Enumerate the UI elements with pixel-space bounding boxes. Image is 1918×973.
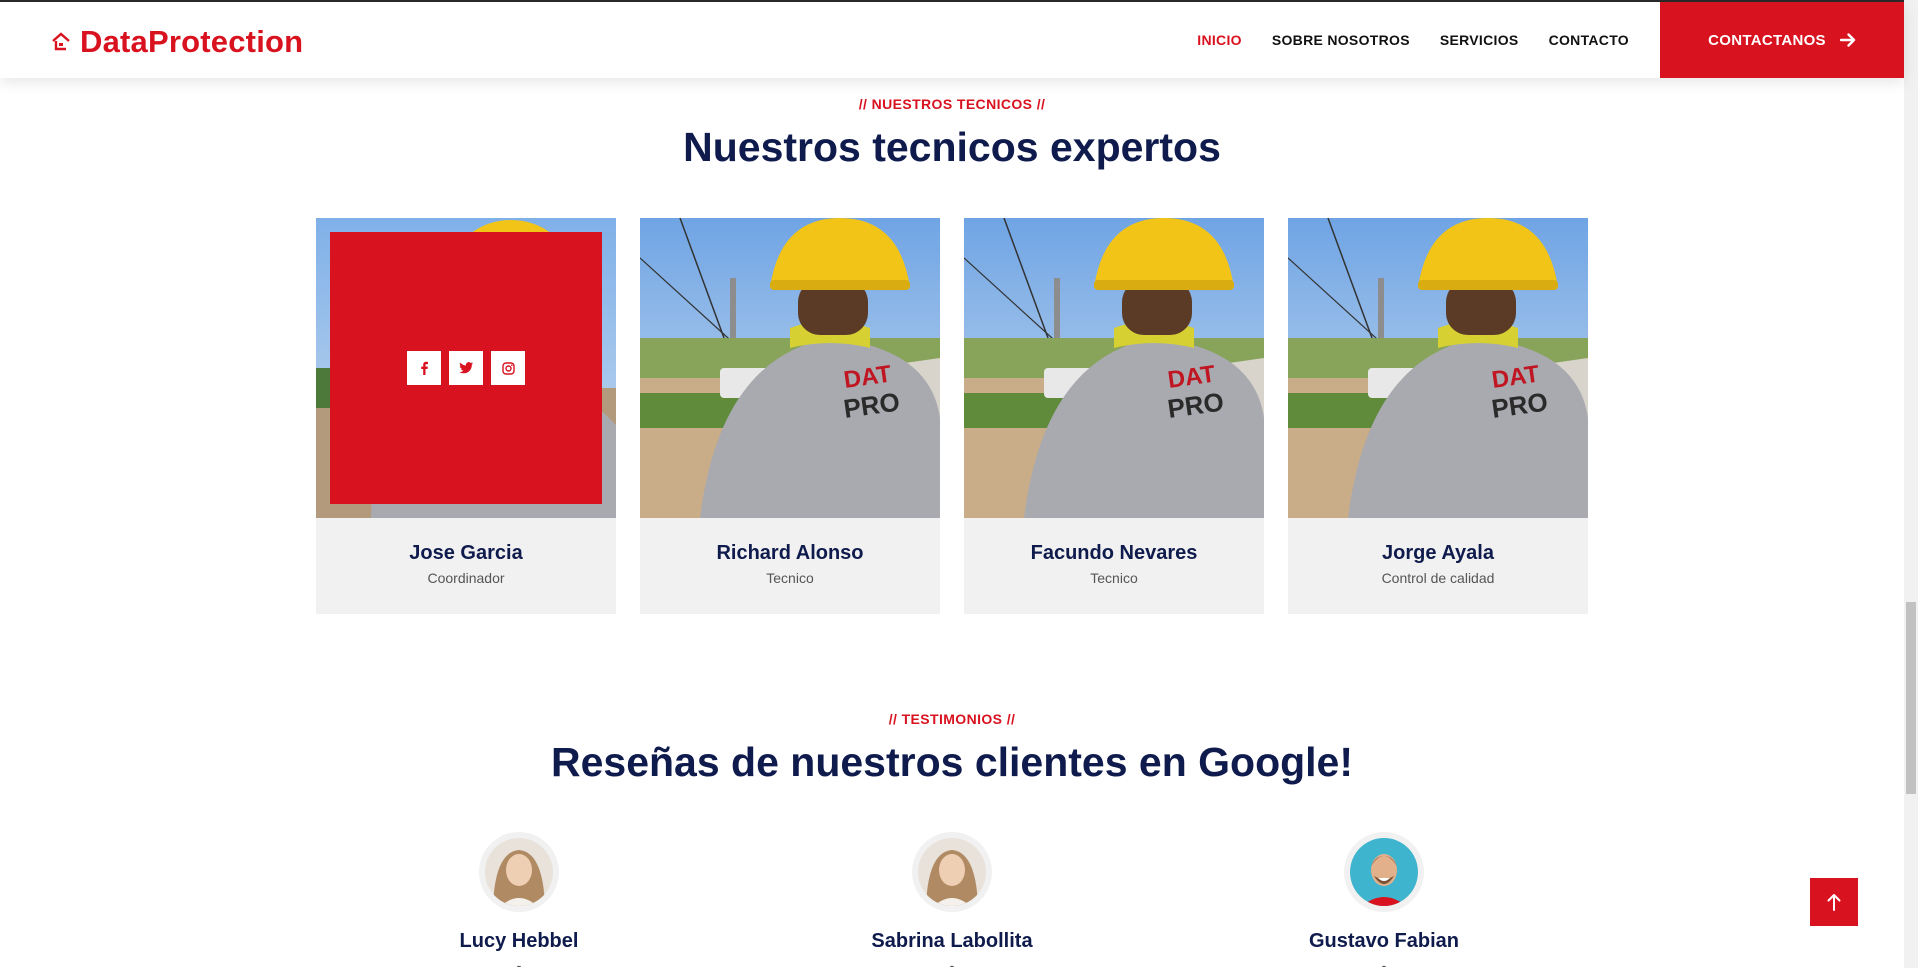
site-logo[interactable]: DataProtection <box>50 22 303 62</box>
team-card[interactable]: PRO DAT Richard Alonso Tecnico <box>640 218 940 614</box>
brand-name: DataProtection <box>80 24 304 59</box>
member-role: Control de calidad <box>1381 570 1495 586</box>
technician-photo: PRO DAT <box>640 218 940 518</box>
contact-cta-button[interactable]: CONTACTANOS <box>1660 2 1904 78</box>
reviewer-name: Lucy Hebbel <box>459 930 579 952</box>
scrollbar-thumb[interactable] <box>1906 602 1916 794</box>
member-name: Jorge Ayala <box>1382 542 1494 564</box>
avatar <box>479 832 559 912</box>
team-grid: Jose Garcia Coordinador PRO DAT Richard … <box>316 218 1588 614</box>
page-scrollbar[interactable] <box>1904 0 1918 968</box>
reviewer-subtitle: - <box>1381 957 1387 973</box>
cta-label: CONTACTANOS <box>1708 31 1826 49</box>
instagram-icon[interactable] <box>491 351 525 385</box>
home-icon <box>50 31 72 53</box>
arrow-up-icon <box>1827 894 1841 911</box>
nav-servicios[interactable]: SERVICIOS <box>1440 32 1519 48</box>
reviewer-card: Lucy Hebbel - <box>369 832 669 973</box>
testimonials-eyebrow: // TESTIMONIOS // <box>888 711 1016 727</box>
team-card[interactable]: Jose Garcia Coordinador <box>316 218 616 614</box>
avatar <box>1344 832 1424 912</box>
nav-inicio[interactable]: INICIO <box>1197 32 1242 48</box>
main-nav: INICIO SOBRE NOSOTROS SERVICIOS CONTACTO <box>1167 2 1629 78</box>
social-overlay <box>330 232 602 504</box>
back-to-top-button[interactable] <box>1810 878 1858 926</box>
facebook-icon[interactable] <box>407 351 441 385</box>
member-name: Jose Garcia <box>409 542 523 564</box>
member-role: Coordinador <box>427 570 505 586</box>
site-header: DataProtection INICIO SOBRE NOSOTROS SER… <box>0 2 1904 78</box>
member-role: Tecnico <box>766 570 814 586</box>
avatar <box>912 832 992 912</box>
team-card[interactable]: PRO DAT Jorge Ayala Control de calidad <box>1288 218 1588 614</box>
team-card[interactable]: PRO DAT Facundo Nevares Tecnico <box>964 218 1264 614</box>
reviewer-name: Gustavo Fabian <box>1308 930 1460 952</box>
reviewer-card: Sabrina Labollita - <box>802 832 1102 973</box>
member-name: Richard Alonso <box>716 542 864 564</box>
nav-sobre-nosotros[interactable]: SOBRE NOSOTROS <box>1272 32 1410 48</box>
nav-contacto[interactable]: CONTACTO <box>1549 32 1629 48</box>
reviewer-card: Gustavo Fabian - <box>1234 832 1534 973</box>
reviewer-subtitle: - <box>516 957 522 973</box>
reviewer-name: Sabrina Labollita <box>871 930 1033 952</box>
twitter-icon[interactable] <box>449 351 483 385</box>
member-role: Tecnico <box>1090 570 1138 586</box>
team-eyebrow: // NUESTROS TECNICOS // <box>858 96 1046 112</box>
reviewer-subtitle: - <box>949 957 955 973</box>
member-name: Facundo Nevares <box>1030 542 1198 564</box>
technician-photo: PRO DAT <box>1288 218 1588 518</box>
team-title: Nuestros tecnicos expertos <box>683 124 1221 170</box>
technician-photo: PRO DAT <box>964 218 1264 518</box>
arrow-right-icon <box>1839 33 1856 47</box>
testimonials-title: Reseñas de nuestros clientes en Google! <box>550 739 1354 785</box>
